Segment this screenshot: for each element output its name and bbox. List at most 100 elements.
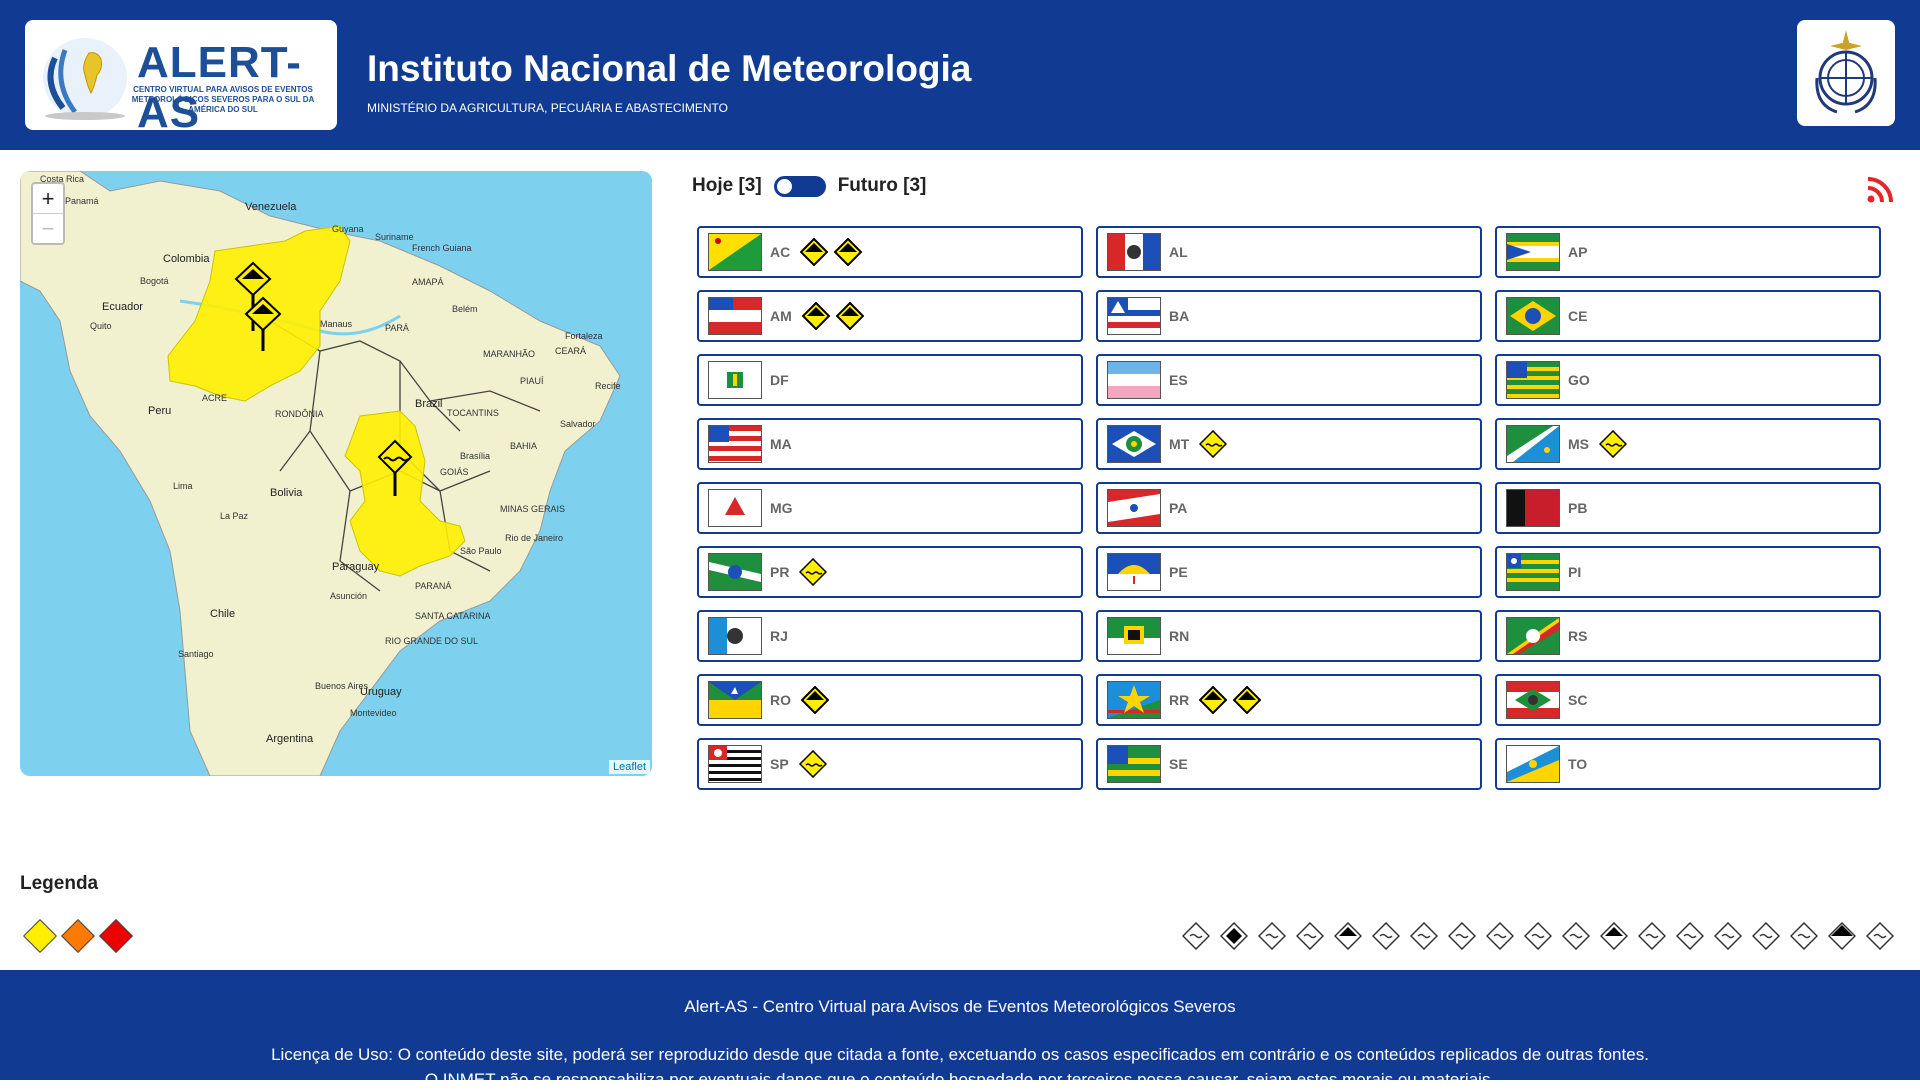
logo-subtitle: CENTRO VIRTUAL PARA AVISOS DE EVENTOS ME… xyxy=(117,85,329,115)
state-card-pa[interactable]: PA xyxy=(1096,482,1482,534)
flood-icon xyxy=(1638,922,1666,950)
state-card-ba[interactable]: BA xyxy=(1096,290,1482,342)
map-label: BAHIA xyxy=(510,441,538,451)
state-card-ma[interactable]: MA xyxy=(697,418,1083,470)
state-card-sp[interactable]: SP xyxy=(697,738,1083,790)
map-label: MARANHÃO xyxy=(483,349,536,359)
wmo-logo[interactable] xyxy=(1797,20,1895,126)
storm-alert-icon[interactable] xyxy=(1233,686,1262,714)
state-card-to[interactable]: TO xyxy=(1495,738,1881,790)
future-label[interactable]: Futuro [3] xyxy=(838,175,927,197)
fire-icon xyxy=(1676,922,1704,950)
state-code: SP xyxy=(770,756,789,772)
snow-icon xyxy=(1372,922,1400,950)
heavy-rain-icon xyxy=(1752,922,1780,950)
state-card-ce[interactable]: CE xyxy=(1495,290,1881,342)
state-flag-icon xyxy=(708,553,762,591)
map-label: Salvador xyxy=(560,419,596,429)
map-label: Quito xyxy=(90,321,112,331)
state-flag-icon xyxy=(1506,553,1560,591)
state-card-pr[interactable]: PR xyxy=(697,546,1083,598)
map-label: PIAUÍ xyxy=(520,376,544,386)
map-label: RIO GRANDE DO SUL xyxy=(385,636,479,646)
state-card-rs[interactable]: RS xyxy=(1495,610,1881,662)
state-card-pi[interactable]: PI xyxy=(1495,546,1881,598)
rain-alert-icon[interactable] xyxy=(1199,430,1228,458)
map-attribution-link[interactable]: Leaflet xyxy=(608,760,650,774)
today-label[interactable]: Hoje [3] xyxy=(692,175,762,197)
state-card-se[interactable]: SE xyxy=(1096,738,1482,790)
state-card-rr[interactable]: RR xyxy=(1096,674,1482,726)
logo-subtitle-line-1: CENTRO VIRTUAL PARA AVISOS DE EVENTOS xyxy=(133,85,313,94)
storm-alert-icon[interactable] xyxy=(1199,686,1228,714)
day-toggle-row: Hoje [3] Futuro [3] xyxy=(692,174,926,198)
state-code: PI xyxy=(1568,564,1582,580)
state-flag-icon xyxy=(1506,745,1560,783)
state-code: MT xyxy=(1169,436,1190,452)
state-card-ro[interactable]: RO xyxy=(697,674,1083,726)
state-card-mg[interactable]: MG xyxy=(697,482,1083,534)
state-card-go[interactable]: GO xyxy=(1495,354,1881,406)
state-card-pb[interactable]: PB xyxy=(1495,482,1881,534)
state-card-ap[interactable]: AP xyxy=(1495,226,1881,278)
rain-alert-icon[interactable] xyxy=(1599,430,1627,458)
storm-alert-icon[interactable] xyxy=(835,302,864,330)
state-card-rn[interactable]: RN xyxy=(1096,610,1482,662)
alert-as-logo[interactable]: ALERT-AS CENTRO VIRTUAL PARA AVISOS DE E… xyxy=(25,20,337,137)
storm-alert-icon[interactable] xyxy=(801,302,830,330)
state-code: PR xyxy=(770,564,790,580)
map-label: Montevideo xyxy=(350,708,397,718)
state-flag-icon xyxy=(708,617,762,655)
rain-icon xyxy=(1448,922,1476,950)
map-label: Colombia xyxy=(163,253,210,265)
map-label: RONDÔNIA xyxy=(275,409,324,419)
state-flag-icon xyxy=(1506,681,1560,719)
map-label: PARANÁ xyxy=(415,581,452,591)
rss-icon[interactable] xyxy=(1866,176,1894,204)
state-flag-icon xyxy=(1107,233,1161,271)
rain-alert-icon[interactable] xyxy=(799,558,828,586)
map-label: Chile xyxy=(210,608,236,620)
state-code: TO xyxy=(1568,756,1588,772)
state-code: RS xyxy=(1568,628,1588,644)
heat-icon xyxy=(1562,922,1590,950)
state-card-es[interactable]: ES xyxy=(1096,354,1482,406)
map-label: TOCANTINS xyxy=(447,408,499,418)
state-card-al[interactable]: AL xyxy=(1096,226,1482,278)
state-card-sc[interactable]: SC xyxy=(1495,674,1881,726)
hail-icon xyxy=(1220,922,1248,950)
state-flag-icon xyxy=(708,745,762,783)
state-card-mt[interactable]: MT xyxy=(1096,418,1482,470)
state-card-pe[interactable]: PE xyxy=(1096,546,1482,598)
fog-icon xyxy=(1524,922,1552,950)
map-label: PARÁ xyxy=(385,323,409,333)
storm-alert-icon[interactable] xyxy=(801,686,829,714)
state-card-ac[interactable]: AC xyxy=(697,226,1083,278)
wmo-emblem-icon xyxy=(1815,30,1877,114)
state-card-am[interactable]: AM xyxy=(697,290,1083,342)
state-flag-icon xyxy=(1107,297,1161,335)
storm-alert-icon[interactable] xyxy=(834,238,863,266)
storm-alert-icon[interactable] xyxy=(800,238,829,266)
zoom-out-button[interactable]: − xyxy=(33,213,63,243)
state-flag-icon xyxy=(1506,297,1560,335)
state-card-rj[interactable]: RJ xyxy=(697,610,1083,662)
alert-map[interactable]: + − Costa Rica Panamá Venezuela Guyana S… xyxy=(20,171,652,776)
zoom-in-button[interactable]: + xyxy=(33,184,63,213)
map-label: Bolivia xyxy=(270,487,303,499)
state-card-df[interactable]: DF xyxy=(697,354,1083,406)
footer-title: Alert-AS - Centro Virtual para Avisos de… xyxy=(684,997,1236,1016)
state-flag-icon xyxy=(1506,617,1560,655)
state-flag-icon xyxy=(1506,489,1560,527)
state-flag-icon xyxy=(708,361,762,399)
map-label: SANTA CATARINA xyxy=(415,611,491,621)
state-code: CE xyxy=(1568,308,1588,324)
state-card-ms[interactable]: MS xyxy=(1495,418,1881,470)
state-flag-icon xyxy=(708,425,762,463)
map-label: Asunción xyxy=(330,591,368,601)
black-diamond-icon xyxy=(1828,922,1856,950)
day-switch[interactable] xyxy=(773,175,826,197)
state-code: MG xyxy=(770,500,793,516)
state-code: AL xyxy=(1169,244,1188,260)
rain-alert-icon[interactable] xyxy=(798,750,827,778)
